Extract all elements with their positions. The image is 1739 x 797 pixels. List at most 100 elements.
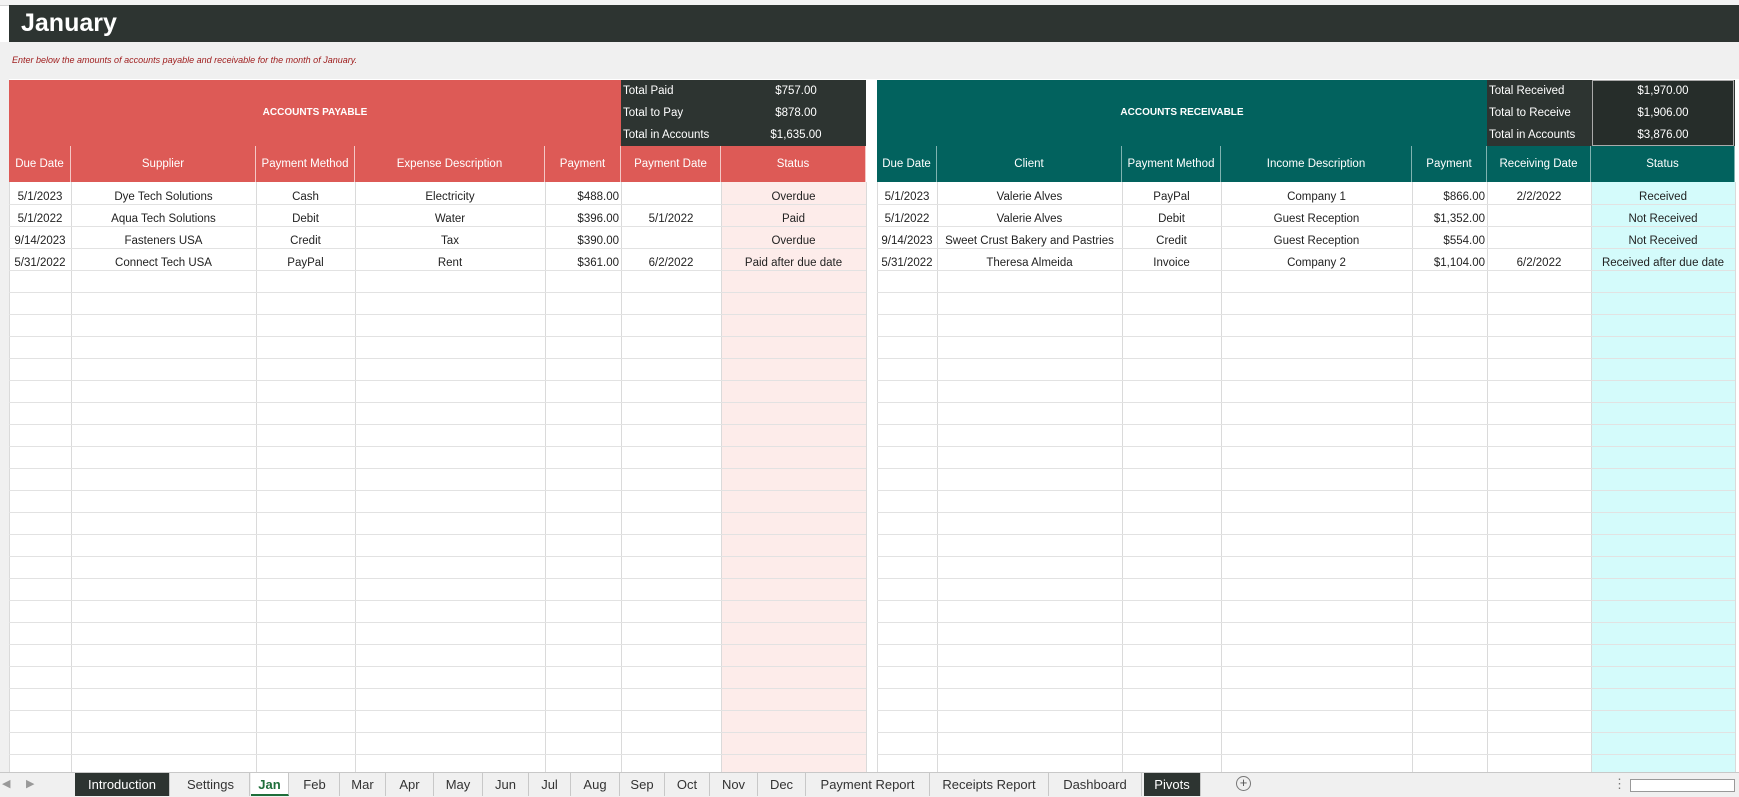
- payable-col-payment[interactable]: Payment: [545, 146, 621, 182]
- arrow-left-icon[interactable]: ◀: [2, 777, 10, 790]
- receivable-cell-income-description[interactable]: Guest Reception: [1221, 230, 1412, 252]
- receivable-cell-due-date[interactable]: 9/14/2023: [877, 230, 937, 252]
- payable-total-in-accounts-row[interactable]: Total in Accounts $1,635.00: [621, 124, 866, 146]
- receivable-cell-receiving-date[interactable]: [1487, 230, 1591, 252]
- sheet-tab-may[interactable]: May: [434, 773, 483, 796]
- receivable-cell-payment-method[interactable]: Debit: [1122, 208, 1221, 230]
- payable-cell-payment[interactable]: $361.00: [545, 252, 621, 274]
- receivable-cell-client[interactable]: Sweet Crust Bakery and Pastries: [937, 230, 1122, 252]
- payable-cell-due-date[interactable]: 9/14/2023: [9, 230, 71, 252]
- payable-cell-payment-date[interactable]: 5/1/2022: [621, 208, 721, 230]
- payable-cell-status[interactable]: Paid: [721, 208, 866, 230]
- receivable-col-income-description[interactable]: Income Description: [1221, 146, 1412, 182]
- receivable-cell-status[interactable]: Received: [1591, 186, 1735, 208]
- payable-cell-expense-description[interactable]: Electricity: [355, 186, 545, 208]
- receivable-cell-client[interactable]: Valerie Alves: [937, 208, 1122, 230]
- receivable-cell-due-date[interactable]: 5/1/2022: [877, 208, 937, 230]
- payable-col-supplier[interactable]: Supplier: [71, 146, 256, 182]
- receivable-total-in-accounts-row[interactable]: Total in Accounts $3,876.00: [1487, 124, 1735, 146]
- receivable-cell-status[interactable]: Received after due date: [1591, 252, 1735, 274]
- sheet-tab-payment-report[interactable]: Payment Report: [806, 773, 930, 796]
- sheet-tab-mar[interactable]: Mar: [340, 773, 386, 796]
- receivable-cell-receiving-date[interactable]: [1487, 208, 1591, 230]
- payable-cell-payment[interactable]: $488.00: [545, 186, 621, 208]
- receivable-header[interactable]: ACCOUNTS RECEIVABLE: [877, 80, 1487, 146]
- receivable-col-payment[interactable]: Payment: [1412, 146, 1487, 182]
- receivable-cell-status[interactable]: Not Received: [1591, 230, 1735, 252]
- payable-total-to-pay-row[interactable]: Total to Pay $878.00: [621, 102, 866, 124]
- payable-cell-status[interactable]: Overdue: [721, 186, 866, 208]
- payable-cell-supplier[interactable]: Aqua Tech Solutions: [71, 208, 256, 230]
- payable-cell-status[interactable]: Overdue: [721, 230, 866, 252]
- payable-cell-supplier[interactable]: Connect Tech USA: [71, 252, 256, 274]
- receivable-cell-payment[interactable]: $554.00: [1412, 230, 1487, 252]
- horizontal-scrollbar[interactable]: [1630, 779, 1735, 792]
- receivable-cell-client[interactable]: Theresa Almeida: [937, 252, 1122, 274]
- payable-cell-payment-method[interactable]: Credit: [256, 230, 355, 252]
- payable-cell-supplier[interactable]: Fasteners USA: [71, 230, 256, 252]
- receivable-col-receiving-date[interactable]: Receiving Date: [1487, 146, 1591, 182]
- payable-col-payment-date[interactable]: Payment Date: [621, 146, 721, 182]
- receivable-col-status[interactable]: Status: [1591, 146, 1735, 182]
- payable-cell-payment[interactable]: $396.00: [545, 208, 621, 230]
- receivable-col-client[interactable]: Client: [937, 146, 1122, 182]
- sheet-tab-jun[interactable]: Jun: [483, 773, 529, 796]
- receivable-cell-payment[interactable]: $866.00: [1412, 186, 1487, 208]
- sheet-tab-dashboard[interactable]: Dashboard: [1049, 773, 1142, 796]
- receivable-col-payment-method[interactable]: Payment Method: [1122, 146, 1221, 182]
- arrow-right-icon[interactable]: ▶: [26, 777, 34, 790]
- payable-cell-payment-method[interactable]: PayPal: [256, 252, 355, 274]
- sheet-tab-jul[interactable]: Jul: [529, 773, 571, 796]
- payable-cell-payment-method[interactable]: Cash: [256, 186, 355, 208]
- receivable-cell-income-description[interactable]: Company 2: [1221, 252, 1412, 274]
- receivable-cell-client[interactable]: Valerie Alves: [937, 186, 1122, 208]
- receivable-cell-payment[interactable]: $1,104.00: [1412, 252, 1487, 274]
- receivable-cell-due-date[interactable]: 5/31/2022: [877, 252, 937, 274]
- receivable-totals[interactable]: Total Received $1,970.00 Total to Receiv…: [1487, 80, 1735, 146]
- sheet-tab-dec[interactable]: Dec: [758, 773, 806, 796]
- sheet-tab-nov[interactable]: Nov: [710, 773, 758, 796]
- payable-col-expense-description[interactable]: Expense Description: [355, 146, 545, 182]
- payable-cell-due-date[interactable]: 5/1/2023: [9, 186, 71, 208]
- payable-total-paid-row[interactable]: Total Paid $757.00: [621, 80, 866, 102]
- receivable-cell-status[interactable]: Not Received: [1591, 208, 1735, 230]
- plus-circle-icon[interactable]: +: [1236, 776, 1251, 791]
- sheet-tab-aug[interactable]: Aug: [571, 773, 620, 796]
- receivable-cell-income-description[interactable]: Guest Reception: [1221, 208, 1412, 230]
- payable-cell-expense-description[interactable]: Water: [355, 208, 545, 230]
- payable-cell-payment-date[interactable]: [621, 186, 721, 208]
- payable-cell-supplier[interactable]: Dye Tech Solutions: [71, 186, 256, 208]
- payable-col-status[interactable]: Status: [721, 146, 866, 182]
- receivable-total-received-row[interactable]: Total Received $1,970.00: [1487, 80, 1735, 102]
- payable-cell-payment-date[interactable]: 6/2/2022: [621, 252, 721, 274]
- payable-header[interactable]: ACCOUNTS PAYABLE: [9, 80, 621, 146]
- receivable-cell-payment-method[interactable]: Credit: [1122, 230, 1221, 252]
- payable-totals[interactable]: Total Paid $757.00 Total to Pay $878.00 …: [621, 80, 866, 146]
- receivable-cell-due-date[interactable]: 5/1/2023: [877, 186, 937, 208]
- sheet-tab-apr[interactable]: Apr: [386, 773, 434, 796]
- payable-cell-due-date[interactable]: 5/1/2022: [9, 208, 71, 230]
- receivable-cell-income-description[interactable]: Company 1: [1221, 186, 1412, 208]
- sheet-tab-oct[interactable]: Oct: [665, 773, 710, 796]
- receivable-cell-receiving-date[interactable]: 6/2/2022: [1487, 252, 1591, 274]
- sheet-tab-jan[interactable]: Jan: [251, 773, 289, 796]
- payable-cell-due-date[interactable]: 5/31/2022: [9, 252, 71, 274]
- payable-col-due-date[interactable]: Due Date: [9, 146, 71, 182]
- payable-cell-expense-description[interactable]: Tax: [355, 230, 545, 252]
- sheet-tab-sep[interactable]: Sep: [620, 773, 665, 796]
- sheet-tab-settings[interactable]: Settings: [172, 773, 250, 796]
- receivable-cell-payment[interactable]: $1,352.00: [1412, 208, 1487, 230]
- more-dots-icon[interactable]: ⋮: [1613, 776, 1626, 792]
- receivable-cell-payment-method[interactable]: PayPal: [1122, 186, 1221, 208]
- payable-cell-status[interactable]: Paid after due date: [721, 252, 866, 274]
- receivable-col-due-date[interactable]: Due Date: [877, 146, 937, 182]
- sheet-tab-receipts-report[interactable]: Receipts Report: [930, 773, 1049, 796]
- receivable-total-to-receive-row[interactable]: Total to Receive $1,906.00: [1487, 102, 1735, 124]
- payable-cell-expense-description[interactable]: Rent: [355, 252, 545, 274]
- receivable-cell-payment-method[interactable]: Invoice: [1122, 252, 1221, 274]
- sheet-tab-feb[interactable]: Feb: [290, 773, 340, 796]
- payable-cell-payment-date[interactable]: [621, 230, 721, 252]
- payable-col-payment-method[interactable]: Payment Method: [256, 146, 355, 182]
- sheet-tab-pivots[interactable]: Pivots: [1144, 773, 1201, 796]
- receivable-cell-receiving-date[interactable]: 2/2/2022: [1487, 186, 1591, 208]
